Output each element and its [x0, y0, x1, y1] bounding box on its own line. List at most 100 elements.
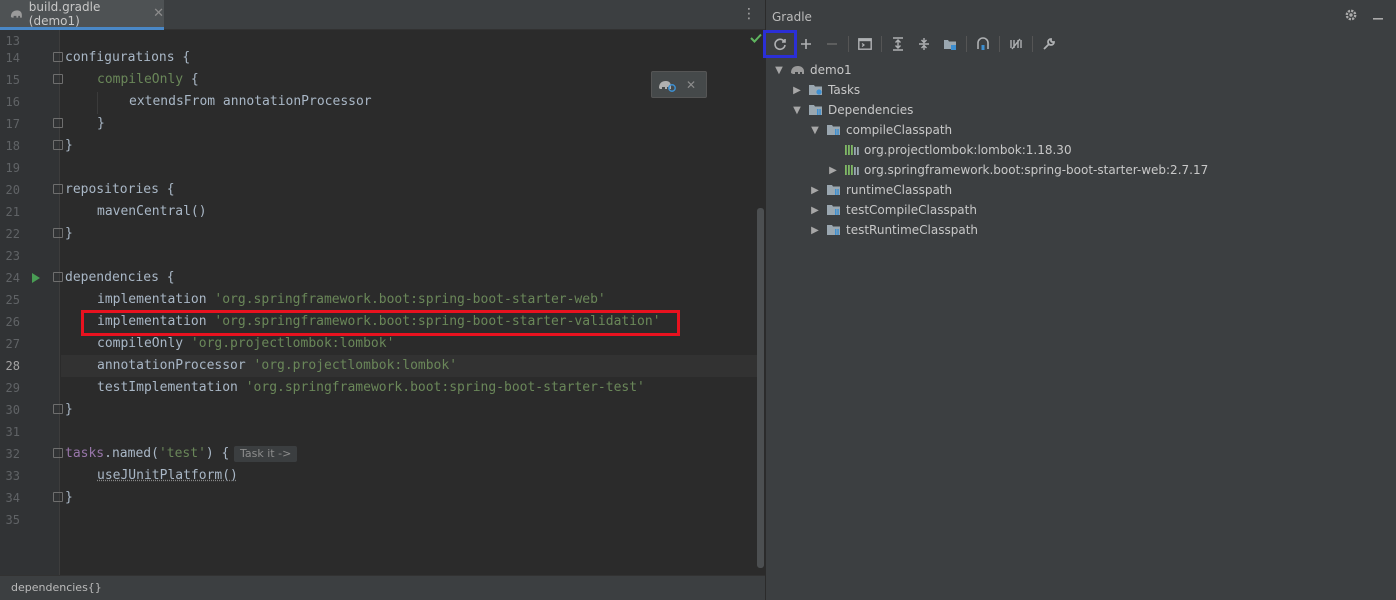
- fold-marker[interactable]: [53, 272, 63, 282]
- add-project-button[interactable]: [796, 34, 816, 54]
- code-line[interactable]: }: [65, 223, 73, 245]
- gradle-elephant-icon: [791, 66, 804, 74]
- toolbar-separator: [881, 36, 882, 52]
- fold-marker[interactable]: [53, 74, 63, 84]
- chevron-right-icon[interactable]: ▶: [790, 80, 804, 100]
- line-number: 31: [5, 425, 20, 439]
- folder-library-icon: [827, 205, 840, 215]
- plus-icon: [801, 39, 811, 49]
- code-line[interactable]: testImplementation 'org.springframework.…: [97, 377, 645, 399]
- code-line[interactable]: implementation 'org.springframework.boot…: [97, 289, 606, 311]
- tree-node-lombok[interactable]: org.projectlombok:lombok:1.18.30: [826, 140, 1072, 160]
- tree-node-test-compile-classpath[interactable]: ▶ testCompileClasspath: [808, 200, 977, 220]
- chevron-down-icon[interactable]: ▼: [790, 100, 804, 120]
- fold-marker[interactable]: [53, 184, 63, 194]
- tree-node-tasks[interactable]: ▶ Tasks: [790, 80, 860, 100]
- expand-all-button[interactable]: [888, 34, 908, 54]
- analyze-dependencies-button[interactable]: [973, 34, 993, 54]
- line-number: 19: [5, 161, 20, 175]
- analyze-icon: [977, 37, 989, 50]
- code-line[interactable]: }: [65, 135, 73, 157]
- tree-node-demo1[interactable]: ▼ demo1: [772, 60, 852, 80]
- tree-node-compile-classpath[interactable]: ▼ compileClasspath: [808, 120, 952, 140]
- tree-node-spring-web[interactable]: ▶ org.springframework.boot:spring-boot-s…: [826, 160, 1208, 180]
- expand-all-icon: [893, 37, 903, 51]
- fold-marker[interactable]: [53, 140, 63, 150]
- code-line[interactable]: extendsFrom annotationProcessor: [129, 91, 372, 113]
- code-line[interactable]: dependencies {: [65, 267, 175, 289]
- code-line[interactable]: mavenCentral(): [97, 201, 207, 223]
- fold-marker[interactable]: [53, 492, 63, 502]
- fold-marker[interactable]: [53, 448, 63, 458]
- gear-icon[interactable]: [1344, 8, 1358, 22]
- code-line[interactable]: tasks.named('test') {: [65, 443, 229, 465]
- gradle-elephant-icon: [10, 9, 22, 18]
- folder-library-icon: [827, 225, 840, 235]
- offline-mode-icon: [1010, 38, 1022, 50]
- line-number: 35: [5, 513, 20, 527]
- indent-guide: [97, 92, 98, 114]
- toolbar-separator: [848, 36, 849, 52]
- tab-label: build.gradle (demo1): [28, 0, 101, 28]
- close-icon[interactable]: ✕: [153, 6, 164, 21]
- code-line[interactable]: configurations {: [65, 47, 190, 69]
- chevron-right-icon[interactable]: ▶: [808, 200, 822, 220]
- code-line[interactable]: annotationProcessor 'org.projectlombok:l…: [97, 355, 457, 377]
- folder-library-icon: [827, 125, 840, 135]
- highlight-box-blue: [763, 30, 797, 58]
- code-line[interactable]: }: [65, 487, 73, 509]
- tree-node-runtime-classpath[interactable]: ▶ runtimeClasspath: [808, 180, 952, 200]
- tab-build-gradle[interactable]: build.gradle (demo1) ✕: [0, 0, 164, 30]
- line-number: 27: [5, 337, 20, 351]
- fold-marker[interactable]: [53, 52, 63, 62]
- code-line[interactable]: }: [65, 399, 73, 421]
- line-number: 21: [5, 205, 20, 219]
- inlay-hint[interactable]: Task it ->: [234, 446, 298, 462]
- library-icon: [845, 145, 859, 155]
- line-number: 17: [5, 117, 20, 131]
- inspection-ok-icon[interactable]: [750, 33, 762, 43]
- gradle-header: Gradle: [766, 0, 1396, 32]
- fold-marker[interactable]: [53, 118, 63, 128]
- minimize-icon[interactable]: [1372, 8, 1384, 22]
- line-number: 26: [5, 315, 20, 329]
- line-number: 34: [5, 491, 20, 505]
- library-icon: [845, 165, 859, 175]
- folder-library-icon: [827, 185, 840, 195]
- build-tool-settings-button[interactable]: [1039, 34, 1059, 54]
- vertical-scrollbar[interactable]: [757, 208, 764, 568]
- gradle-reload-popup[interactable]: ✕: [651, 71, 707, 98]
- code-line[interactable]: repositories {: [65, 179, 175, 201]
- chevron-down-icon[interactable]: ▼: [808, 120, 822, 140]
- fold-marker[interactable]: [53, 228, 63, 238]
- collapse-all-icon: [919, 38, 929, 50]
- more-vertical-icon[interactable]: ⋮: [742, 6, 756, 22]
- breadcrumb[interactable]: dependencies{}: [0, 575, 765, 600]
- editor-tab-bar: build.gradle (demo1) ✕ ⋮: [0, 0, 765, 30]
- remove-project-button[interactable]: [822, 34, 842, 54]
- tree-node-dependencies[interactable]: ▼ Dependencies: [790, 100, 913, 120]
- chevron-down-icon[interactable]: ▼: [772, 60, 786, 80]
- gradle-reload-icon[interactable]: [658, 78, 676, 92]
- highlight-box-red: [81, 310, 680, 336]
- run-icon[interactable]: [31, 272, 41, 284]
- execute-task-button[interactable]: [855, 34, 875, 54]
- chevron-right-icon[interactable]: ▶: [826, 160, 840, 180]
- line-number: 25: [5, 293, 20, 307]
- code-line[interactable]: }: [97, 113, 105, 135]
- line-number: 32: [5, 447, 20, 461]
- group-modules-button[interactable]: [940, 34, 960, 54]
- close-icon[interactable]: ✕: [686, 78, 696, 92]
- chevron-right-icon[interactable]: ▶: [808, 220, 822, 240]
- code-line[interactable]: useJUnitPlatform(): [97, 465, 238, 487]
- tree-node-test-runtime-classpath[interactable]: ▶ testRuntimeClasspath: [808, 220, 978, 240]
- collapse-all-button[interactable]: [914, 34, 934, 54]
- folder-modules-icon: [944, 39, 956, 50]
- code-line[interactable]: compileOnly {: [97, 69, 199, 91]
- folder-library-icon: [809, 105, 822, 115]
- toggle-offline-button[interactable]: [1006, 34, 1026, 54]
- line-number: 16: [5, 95, 20, 109]
- code-line[interactable]: compileOnly 'org.projectlombok:lombok': [97, 333, 394, 355]
- chevron-right-icon[interactable]: ▶: [808, 180, 822, 200]
- fold-marker[interactable]: [53, 404, 63, 414]
